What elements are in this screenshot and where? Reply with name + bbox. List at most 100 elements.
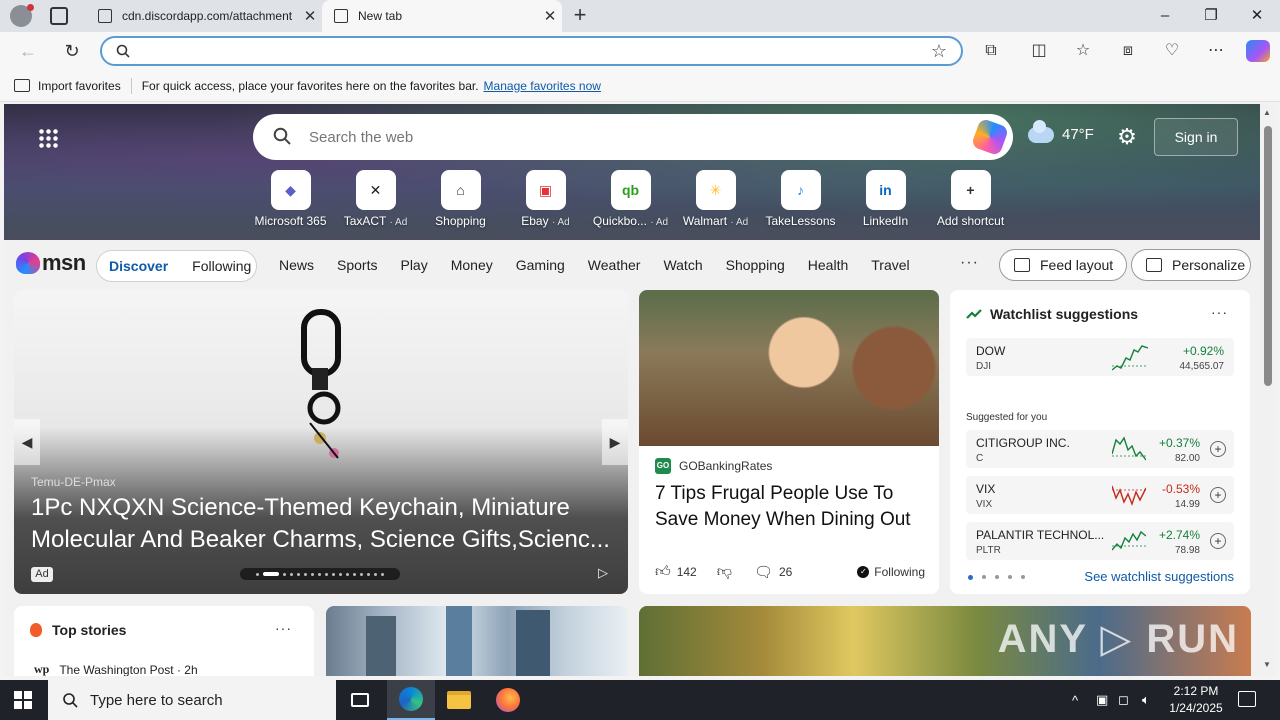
stock-name: PALANTIR TECHNOL... xyxy=(976,528,1105,542)
tab-discord-attachment[interactable]: cdn.discordapp.com/attachment ✕ xyxy=(86,0,322,32)
shortcut-microsoft-365[interactable]: ◆ Microsoft 365 xyxy=(248,170,333,228)
article-title[interactable]: 7 Tips Frugal People Use To Save Money W… xyxy=(655,481,925,533)
firefox-button[interactable] xyxy=(484,680,532,720)
edge-taskbar-button[interactable] xyxy=(387,680,435,720)
browser-essentials-icon[interactable]: ♡ xyxy=(1161,40,1183,62)
see-watchlist-link[interactable]: See watchlist suggestions xyxy=(1084,569,1234,584)
volume-icon[interactable]: 🔈︎ xyxy=(1142,680,1150,720)
feed-layout-button[interactable]: Feed layout xyxy=(999,249,1127,281)
show-hidden-icons[interactable]: ^ xyxy=(1072,680,1078,720)
favorites-icon[interactable]: ☆ xyxy=(1072,40,1094,62)
stock-row-vix[interactable]: VIX VIX -0.53% 14.99 + xyxy=(966,476,1234,514)
sign-in-button[interactable]: Sign in xyxy=(1154,118,1238,156)
new-tab-button[interactable]: + xyxy=(568,4,592,28)
stock-row-citigroup[interactable]: CITIGROUP INC. C +0.37% 82.00 + xyxy=(966,430,1234,468)
close-window-button[interactable]: ✕ xyxy=(1234,0,1280,32)
page-scrollbar[interactable]: ▲ ▼ xyxy=(1260,104,1276,676)
nav-weather[interactable]: Weather xyxy=(588,257,641,273)
shortcut-linkedin[interactable]: in LinkedIn xyxy=(843,170,928,228)
carousel-next-button[interactable]: ▶ xyxy=(602,419,628,465)
stock-row-palantir[interactable]: PALANTIR TECHNOL... PLTR +2.74% 78.98 + xyxy=(966,522,1234,560)
back-button[interactable]: ← xyxy=(16,39,40,63)
tab-new-tab[interactable]: New tab ✕ xyxy=(322,0,562,32)
more-menu-icon[interactable]: ⋯ xyxy=(1205,40,1227,62)
shortcut-ebay[interactable]: ▣ Ebay · Ad xyxy=(503,170,588,228)
adchoices-icon[interactable]: ▷ xyxy=(598,565,608,581)
nav-shopping[interactable]: Shopping xyxy=(726,257,785,273)
shortcut-takelessons[interactable]: ♪ TakeLessons xyxy=(758,170,843,228)
web-search-box[interactable] xyxy=(253,114,1013,160)
nav-gaming[interactable]: Gaming xyxy=(516,257,565,273)
personalize-button[interactable]: Personalize xyxy=(1131,249,1251,281)
carousel-previous-button[interactable]: ◀ xyxy=(14,419,40,465)
taskbar-search[interactable]: Type here to search xyxy=(48,680,336,720)
search-icon xyxy=(273,127,291,145)
nav-play[interactable]: Play xyxy=(400,257,427,273)
comment-icon[interactable]: 🗨︎ xyxy=(754,563,773,581)
sponsored-carousel-card[interactable]: ◀ ▶ Temu-DE-Pmax 1Pc NXQXN Science-Theme… xyxy=(14,290,628,594)
thumbs-up-icon[interactable]: 👍︎ xyxy=(655,563,671,581)
watchlist-pager[interactable] xyxy=(968,575,1025,580)
nav-sports[interactable]: Sports xyxy=(337,257,377,273)
add-to-watchlist-icon[interactable]: + xyxy=(1210,487,1226,503)
network-icon[interactable]: ◻ xyxy=(1118,680,1129,720)
nav-news[interactable]: News xyxy=(279,257,314,273)
city-skyline-image[interactable] xyxy=(326,606,628,676)
close-tab-icon[interactable]: ✕ xyxy=(298,7,322,25)
split-screen-icon[interactable]: ◫ xyxy=(1028,40,1050,62)
device-icon[interactable]: ▣ xyxy=(1096,680,1108,720)
notifications-icon[interactable] xyxy=(1238,691,1256,707)
top-stories-more-button[interactable]: ··· xyxy=(275,620,292,636)
file-explorer-button[interactable] xyxy=(435,680,483,720)
shortcut-taxact[interactable]: ✕ TaxACT · Ad xyxy=(333,170,418,228)
windows-start-icon[interactable] xyxy=(14,691,32,709)
carousel-pager[interactable] xyxy=(240,568,400,580)
extensions-icon[interactable]: ⧉ xyxy=(980,40,1002,62)
watchlist-more-button[interactable]: ··· xyxy=(1211,304,1228,320)
refresh-button[interactable]: ↻ xyxy=(60,39,84,63)
task-view-button[interactable] xyxy=(336,680,384,720)
address-bar[interactable]: ☆ xyxy=(100,36,963,66)
copilot-icon[interactable] xyxy=(1246,40,1270,62)
scrollbar-thumb[interactable] xyxy=(1264,126,1272,386)
food-image[interactable]: ANY ▷ RUN xyxy=(639,606,1251,676)
scroll-up-icon[interactable]: ▲ xyxy=(1263,108,1271,117)
shortcut-walmart[interactable]: ✳ Walmart · Ad xyxy=(673,170,758,228)
nav-travel[interactable]: Travel xyxy=(871,257,909,273)
nav-health[interactable]: Health xyxy=(808,257,848,273)
minimize-button[interactable]: – xyxy=(1142,0,1188,32)
copilot-search-icon[interactable] xyxy=(970,117,1010,157)
article-card[interactable]: GO GOBankingRates 7 Tips Frugal People U… xyxy=(639,290,939,594)
collections-icon[interactable]: ⧈ xyxy=(1117,40,1139,62)
add-to-watchlist-icon[interactable]: + xyxy=(1210,441,1226,457)
tab-discover[interactable]: Discover xyxy=(109,258,168,274)
tab-actions-icon[interactable] xyxy=(50,7,68,25)
app-launcher-icon[interactable] xyxy=(38,128,58,148)
shortcut-quickbo[interactable]: qb Quickbo... · Ad xyxy=(588,170,673,228)
manage-favorites-link[interactable]: Manage favorites now xyxy=(484,79,601,93)
feed-layout-label: Feed layout xyxy=(1040,257,1114,273)
shortcut-shopping[interactable]: ⌂ Shopping xyxy=(418,170,503,228)
gear-icon[interactable]: ⚙ xyxy=(1116,126,1138,148)
address-input[interactable] xyxy=(138,41,918,61)
import-favorites-button[interactable]: Import favorites xyxy=(14,79,121,93)
weather-widget[interactable]: 47°F xyxy=(1028,119,1094,143)
nav-money[interactable]: Money xyxy=(451,257,493,273)
following-button[interactable]: ✓ Following xyxy=(857,565,925,579)
web-search-input[interactable] xyxy=(309,127,949,147)
system-clock[interactable]: 2:12 PM 1/24/2025 xyxy=(1164,683,1228,717)
stock-row-dow[interactable]: DOW DJI +0.92% 44,565.07 xyxy=(966,338,1234,376)
shortcut-add-shortcut[interactable]: + Add shortcut xyxy=(928,170,1013,228)
ad-title[interactable]: 1Pc NXQXN Science-Themed Keychain, Minia… xyxy=(31,492,616,556)
msn-logo[interactable]: msn xyxy=(16,250,86,276)
scroll-down-icon[interactable]: ▼ xyxy=(1263,660,1271,669)
restore-button[interactable]: ❐ xyxy=(1188,0,1234,32)
close-tab-icon[interactable]: ✕ xyxy=(538,7,562,25)
nav-watch[interactable]: Watch xyxy=(663,257,702,273)
add-to-watchlist-icon[interactable]: + xyxy=(1210,533,1226,549)
nav-more-button[interactable]: ··· xyxy=(960,254,979,272)
tab-following[interactable]: Following xyxy=(192,258,251,274)
favorite-star-icon[interactable]: ☆ xyxy=(931,41,947,61)
thumbs-down-icon[interactable]: 👎︎ xyxy=(717,563,732,581)
profile-avatar-icon[interactable] xyxy=(10,4,34,27)
